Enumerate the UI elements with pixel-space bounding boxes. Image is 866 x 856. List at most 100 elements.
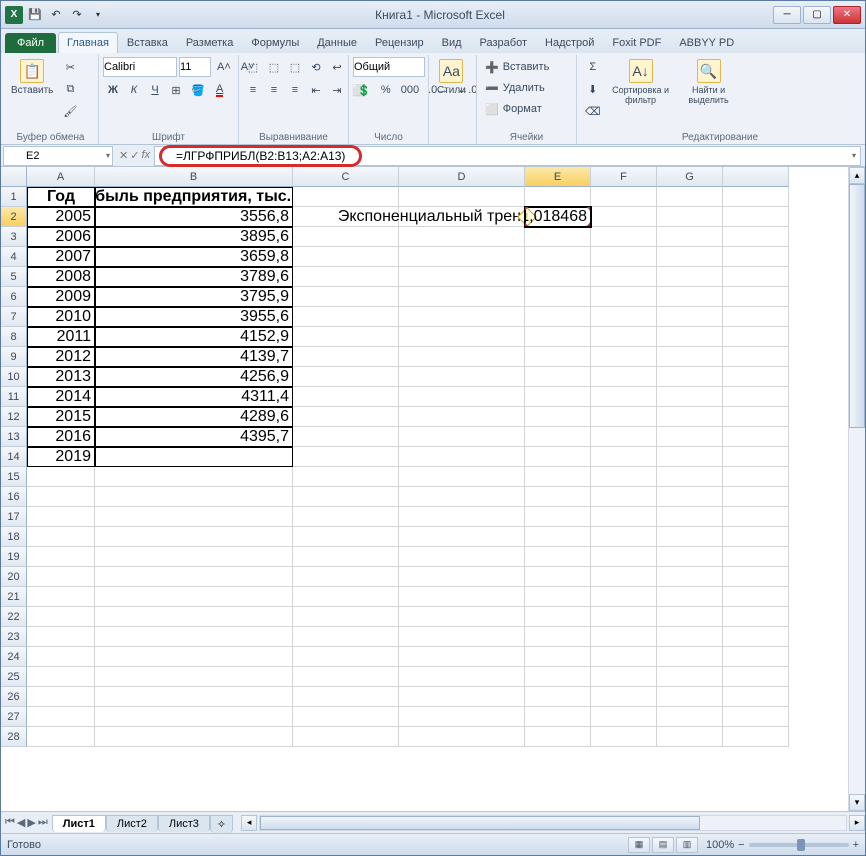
horizontal-scrollbar[interactable]: ◂ ▸ — [241, 815, 865, 831]
cut-icon[interactable]: ✂ — [59, 57, 81, 77]
row-header[interactable]: 17 — [1, 507, 27, 527]
cell[interactable] — [591, 347, 657, 367]
cell[interactable] — [293, 247, 399, 267]
cell[interactable] — [591, 507, 657, 527]
cell[interactable] — [657, 687, 723, 707]
row-header[interactable]: 12 — [1, 407, 27, 427]
delete-cells-button[interactable]: ➖Удалить — [481, 78, 549, 98]
col-header-blank[interactable] — [723, 167, 789, 187]
font-size-input[interactable] — [179, 57, 211, 77]
cell[interactable] — [591, 667, 657, 687]
row-header[interactable]: 4 — [1, 247, 27, 267]
cell[interactable] — [591, 447, 657, 467]
cell[interactable] — [657, 507, 723, 527]
cell[interactable] — [591, 267, 657, 287]
view-normal-icon[interactable]: ▦ — [628, 837, 650, 853]
cell[interactable] — [723, 367, 789, 387]
cell[interactable]: 3556,8 — [95, 207, 293, 227]
percent-icon[interactable]: % — [376, 80, 396, 100]
cell[interactable] — [591, 627, 657, 647]
tab-formulas[interactable]: Формулы — [242, 32, 308, 53]
decrease-indent-icon[interactable]: ⇤ — [306, 80, 326, 100]
save-icon[interactable]: 💾 — [26, 6, 44, 24]
cell[interactable]: 2014 — [27, 387, 95, 407]
align-middle-icon[interactable]: ⬚ — [264, 57, 284, 77]
row-header[interactable]: 14 — [1, 447, 27, 467]
cell[interactable] — [591, 247, 657, 267]
row-header[interactable]: 3 — [1, 227, 27, 247]
cell[interactable] — [27, 547, 95, 567]
cell[interactable] — [293, 467, 399, 487]
align-top-icon[interactable]: ⬚ — [243, 57, 263, 77]
cell[interactable]: 2015 — [27, 407, 95, 427]
cell[interactable]: Год — [27, 187, 95, 207]
cell[interactable] — [95, 527, 293, 547]
row-header[interactable]: 23 — [1, 627, 27, 647]
cell[interactable] — [525, 707, 591, 727]
cell[interactable] — [27, 707, 95, 727]
cell[interactable] — [27, 627, 95, 647]
cell[interactable] — [657, 287, 723, 307]
cell[interactable] — [591, 387, 657, 407]
cell[interactable] — [293, 567, 399, 587]
cell[interactable]: 4152,9 — [95, 327, 293, 347]
row-header[interactable]: 19 — [1, 547, 27, 567]
cell[interactable] — [27, 587, 95, 607]
chevron-down-icon[interactable]: ▾ — [106, 151, 110, 160]
cell[interactable] — [293, 547, 399, 567]
copy-icon[interactable]: ⧉ — [59, 79, 81, 99]
cell[interactable] — [525, 567, 591, 587]
cell[interactable]: 4395,7 — [95, 427, 293, 447]
row-header[interactable]: 22 — [1, 607, 27, 627]
cell[interactable] — [723, 307, 789, 327]
number-format-select[interactable] — [353, 57, 425, 77]
cell[interactable] — [591, 607, 657, 627]
cell[interactable] — [293, 347, 399, 367]
cell[interactable] — [723, 187, 789, 207]
cell[interactable] — [657, 547, 723, 567]
cell[interactable] — [399, 667, 525, 687]
cell[interactable] — [723, 627, 789, 647]
row-header[interactable]: 9 — [1, 347, 27, 367]
cell[interactable] — [27, 647, 95, 667]
cell[interactable] — [293, 187, 399, 207]
tab-review[interactable]: Рецензир — [366, 32, 433, 53]
tab-foxit[interactable]: Foxit PDF — [603, 32, 670, 53]
align-left-icon[interactable]: ≡ — [243, 80, 263, 100]
cell[interactable]: 1,018468 — [525, 207, 591, 227]
cell[interactable] — [525, 527, 591, 547]
cell[interactable] — [657, 667, 723, 687]
cell[interactable] — [525, 507, 591, 527]
cell[interactable] — [525, 607, 591, 627]
cell[interactable] — [95, 567, 293, 587]
row-header[interactable]: 15 — [1, 467, 27, 487]
cell[interactable] — [293, 407, 399, 427]
redo-icon[interactable]: ↷ — [68, 6, 86, 24]
wrap-text-icon[interactable]: ↩ — [327, 57, 347, 77]
cell[interactable] — [399, 487, 525, 507]
cell[interactable] — [293, 427, 399, 447]
cell[interactable] — [293, 327, 399, 347]
cell[interactable] — [399, 247, 525, 267]
cell[interactable] — [657, 347, 723, 367]
cell[interactable] — [525, 547, 591, 567]
font-name-input[interactable] — [103, 57, 177, 77]
cell[interactable] — [723, 207, 789, 227]
cell[interactable] — [591, 227, 657, 247]
cell[interactable] — [591, 367, 657, 387]
cell[interactable] — [399, 547, 525, 567]
cell[interactable] — [399, 607, 525, 627]
align-right-icon[interactable]: ≡ — [285, 80, 305, 100]
cell[interactable]: 2012 — [27, 347, 95, 367]
cell[interactable] — [723, 607, 789, 627]
zoom-in-icon[interactable]: + — [853, 839, 859, 851]
cell[interactable]: 4256,9 — [95, 367, 293, 387]
tab-layout[interactable]: Разметка — [177, 32, 243, 53]
enter-formula-icon[interactable]: ✓ — [130, 149, 139, 162]
zoom-level[interactable]: 100% — [706, 839, 734, 851]
cell[interactable] — [293, 707, 399, 727]
cell[interactable] — [723, 707, 789, 727]
cell[interactable] — [525, 387, 591, 407]
cell[interactable] — [95, 607, 293, 627]
cell[interactable] — [525, 487, 591, 507]
